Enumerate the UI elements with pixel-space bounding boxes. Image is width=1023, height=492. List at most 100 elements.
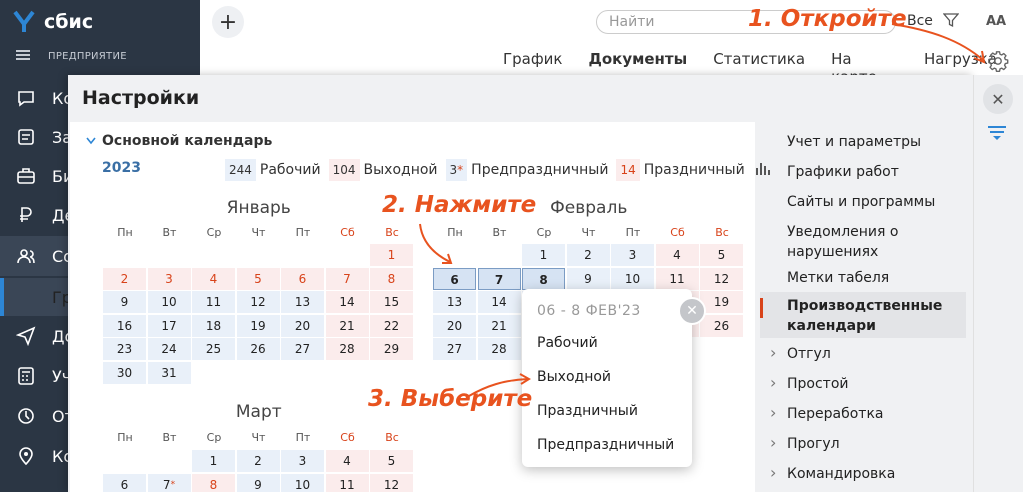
calendar-day[interactable]: 12 <box>370 473 413 492</box>
calendar-day[interactable]: 5 <box>370 450 413 472</box>
calendar-day[interactable]: 7* <box>147 473 191 492</box>
close-panel-button[interactable]: ✕ <box>983 84 1013 114</box>
calendar-day[interactable]: 19 <box>700 291 743 313</box>
settings-nav-item[interactable]: › Простой <box>760 374 966 394</box>
calendar-day[interactable]: 8 <box>192 473 235 492</box>
calendar-day[interactable]: 13 <box>281 291 324 313</box>
weekday-label: Пт <box>625 226 641 239</box>
calendar-day[interactable]: 2 <box>103 267 146 290</box>
settings-nav-item[interactable]: › Командировка <box>760 464 966 484</box>
calendar-day[interactable]: 23 <box>103 338 146 360</box>
calendar-day[interactable]: 27 <box>281 338 324 360</box>
calendar-day[interactable]: 17 <box>147 314 191 337</box>
calendar-day[interactable]: 11 <box>325 473 369 492</box>
calendar-day[interactable]: 29 <box>370 338 413 360</box>
ruble-icon <box>14 203 38 227</box>
settings-nav-item[interactable]: › Прогул <box>760 434 966 454</box>
menu-list-icon[interactable] <box>988 126 1006 146</box>
calendar-day[interactable]: 6 <box>281 267 324 290</box>
calendar-day[interactable]: 9 <box>566 267 610 290</box>
calendar-day[interactable]: 1 <box>522 244 565 266</box>
hamburger-icon[interactable] <box>16 50 30 63</box>
calendar-day[interactable]: 30 <box>103 361 146 384</box>
calendar-day[interactable]: 28 <box>477 338 521 360</box>
settings-nav-label: Учет и параметры <box>787 134 922 150</box>
calendar-day[interactable]: 4 <box>325 450 369 472</box>
popup-option-preholiday[interactable]: Предпраздничный <box>537 437 674 453</box>
chevron-right-icon: › <box>770 433 777 452</box>
settings-nav-item[interactable]: Метки табеля <box>760 268 966 288</box>
calendar-day[interactable]: 9 <box>103 291 146 313</box>
calendar-day[interactable]: 14 <box>477 291 521 313</box>
calendar-day[interactable]: 20 <box>433 314 476 337</box>
calendar-day[interactable]: 8 <box>370 267 413 290</box>
calendar-day[interactable]: 18 <box>192 314 235 337</box>
brand-logo[interactable]: сбис <box>12 10 93 34</box>
calendar-day[interactable]: 21 <box>325 314 369 337</box>
calendar-day[interactable]: 2 <box>236 450 280 472</box>
settings-nav-item[interactable]: Уведомления о нарушениях <box>760 222 966 264</box>
calendar-section-title: Основной календарь <box>102 133 273 149</box>
calendar-day[interactable]: 3 <box>281 450 324 472</box>
calendar-day[interactable]: 6 <box>103 473 146 492</box>
panel-title: Настройки <box>82 87 200 109</box>
calendar-day[interactable]: 1 <box>370 244 413 266</box>
company-switcher[interactable]: ПРЕДПРИЯТИЕ <box>16 50 127 63</box>
calendar-day[interactable]: 13 <box>433 291 476 313</box>
calendar-day[interactable]: 10 <box>147 291 191 313</box>
popup-option-dayoff[interactable]: Выходной <box>537 369 611 385</box>
calendar-day[interactable]: 10 <box>611 267 654 290</box>
calendar-day[interactable]: 7 <box>477 267 521 290</box>
calendar-day[interactable]: 28 <box>325 338 369 360</box>
calendar-day[interactable]: 21 <box>477 314 521 337</box>
calendar-day[interactable]: 9 <box>236 473 280 492</box>
calendar-day[interactable]: 11 <box>655 267 699 290</box>
create-button[interactable]: + <box>212 6 244 38</box>
calendar-day[interactable]: 10 <box>281 473 324 492</box>
settings-nav-item[interactable]: Производственные календари <box>760 292 966 338</box>
calendar-day[interactable]: 2 <box>566 244 610 266</box>
popup-option-work[interactable]: Рабочий <box>537 335 598 351</box>
calendar-section-toggle[interactable]: Основной календарь <box>86 133 272 149</box>
settings-nav-item[interactable]: Учет и параметры <box>760 132 966 152</box>
calendar-day[interactable]: 4 <box>192 267 235 290</box>
calendar-day[interactable]: 27 <box>433 338 476 360</box>
calendar-day[interactable]: 26 <box>700 314 743 337</box>
calendar-day[interactable]: 31 <box>147 361 191 384</box>
legend-count-work: 244 <box>225 159 256 181</box>
calendar-day[interactable]: 16 <box>103 314 146 337</box>
settings-nav-label: Переработка <box>787 406 884 422</box>
calendar-day[interactable]: 3 <box>611 244 654 266</box>
weekday-label: Вт <box>162 431 177 444</box>
calendar-day[interactable]: 5 <box>700 244 743 266</box>
weekday-label: Пт <box>295 226 311 239</box>
calendar-day[interactable]: 12 <box>236 291 280 313</box>
people-icon <box>14 244 38 268</box>
calendar-day[interactable]: 5 <box>236 267 280 290</box>
calendar-day[interactable]: 12 <box>700 267 743 290</box>
calendar-day[interactable]: 19 <box>236 314 280 337</box>
calendar-day[interactable]: 25 <box>192 338 235 360</box>
calendar-day[interactable]: 6 <box>433 267 476 290</box>
settings-nav-item[interactable]: Сайты и программы <box>760 192 966 212</box>
calendar-year[interactable]: 2023 <box>102 160 141 176</box>
popup-option-holiday[interactable]: Праздничный <box>537 403 638 419</box>
calendar-day[interactable]: 24 <box>147 338 191 360</box>
settings-nav-item[interactable]: › Переработка <box>760 404 966 424</box>
calendar-day[interactable]: 20 <box>281 314 324 337</box>
calendar-day[interactable]: 26 <box>236 338 280 360</box>
calendar-day[interactable]: 11 <box>192 291 235 313</box>
calendar-day[interactable]: 7 <box>325 267 369 290</box>
list-icon <box>14 125 38 149</box>
settings-nav-item[interactable]: › Отгул <box>760 344 966 364</box>
calendar-day[interactable]: 8 <box>522 267 565 290</box>
calendar-day[interactable]: 3 <box>147 267 191 290</box>
calendar-day[interactable]: 15 <box>370 291 413 313</box>
calendar-day[interactable]: 1 <box>192 450 235 472</box>
calendar-day[interactable]: 22 <box>370 314 413 337</box>
settings-nav-item[interactable]: Графики работ <box>760 162 966 182</box>
popup-close-button[interactable]: ✕ <box>678 297 706 325</box>
gear-icon[interactable] <box>987 50 1009 76</box>
calendar-day[interactable]: 14 <box>325 291 369 313</box>
calendar-day[interactable]: 4 <box>655 244 699 266</box>
